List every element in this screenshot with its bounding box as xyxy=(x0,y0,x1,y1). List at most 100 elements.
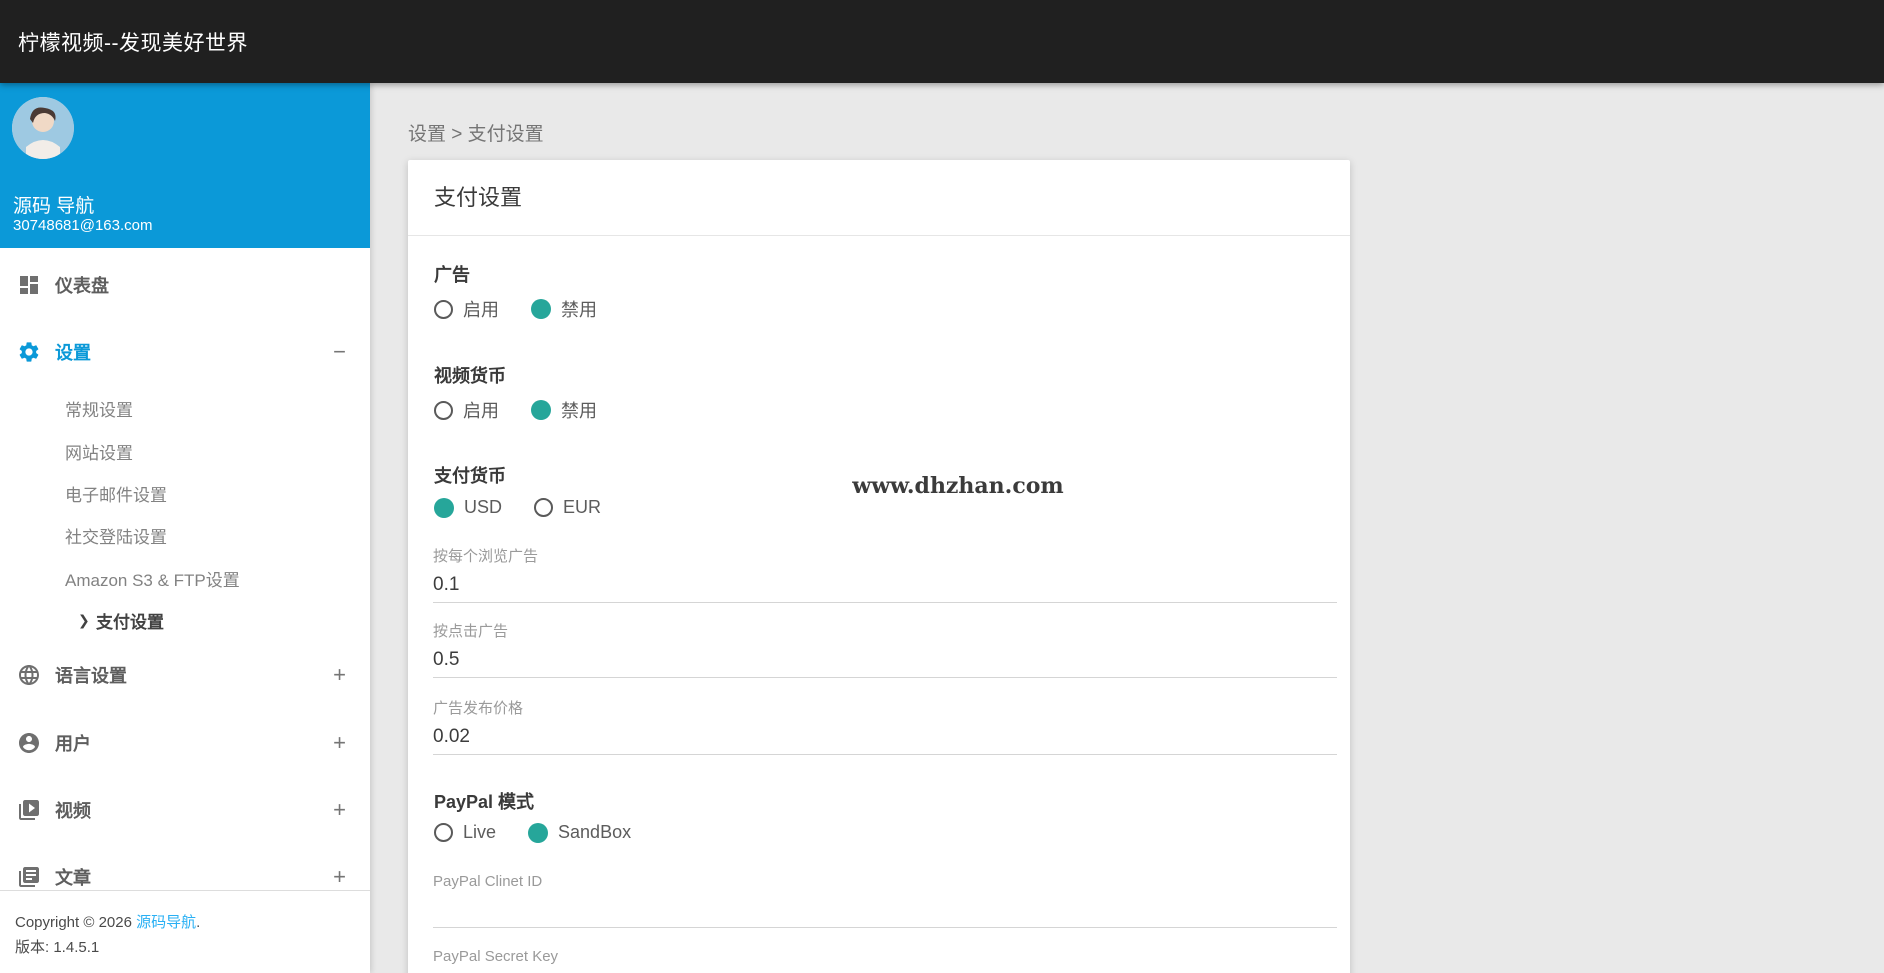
payment-settings-card: 支付设置 广告 启用 禁用 视频货币 启用 禁用 支付货币 USD EUR ww… xyxy=(408,160,1350,973)
per-click-ad-field: 按点击广告 xyxy=(433,622,1337,678)
video-library-icon xyxy=(17,798,41,822)
dashboard-icon xyxy=(17,273,41,297)
sidebar-item-dashboard[interactable]: 仪表盘 xyxy=(0,264,370,306)
video-currency-disable-radio[interactable]: 禁用 xyxy=(531,397,597,423)
subitem-label: Amazon S3 & FTP设置 xyxy=(65,570,240,590)
radio-checked-icon[interactable] xyxy=(531,299,551,319)
radio-label: USD xyxy=(464,497,503,517)
user-name: 源码 导航 xyxy=(13,196,95,217)
sidebar-subitem-general-settings[interactable]: 常规设置 xyxy=(0,387,370,429)
paypal-secret-key-field: PayPal Secret Key xyxy=(433,947,1337,973)
video-currency-enable-radio[interactable]: 启用 xyxy=(434,397,499,423)
sidebar-subitem-payment-settings[interactable]: ❯ 支付设置 xyxy=(0,599,370,641)
ad-disable-radio[interactable]: 禁用 xyxy=(531,296,597,322)
sidebar-item-users[interactable]: 用户 + xyxy=(0,722,370,764)
radio-unchecked-icon[interactable] xyxy=(534,498,554,517)
per-view-ad-input[interactable] xyxy=(433,567,1337,603)
field-label: 按每个浏览广告 xyxy=(433,548,539,565)
expand-icon[interactable]: + xyxy=(333,662,346,688)
subitem-label: 常规设置 xyxy=(65,400,133,420)
sidebar-item-videos[interactable]: 视频 + xyxy=(0,789,370,831)
radio-checked-icon[interactable] xyxy=(528,822,549,843)
sidebar-subitem-social-login-settings[interactable]: 社交登陆设置 xyxy=(0,514,370,556)
paypal-live-radio[interactable]: Live xyxy=(434,822,496,843)
avatar-photo-placeholder xyxy=(12,97,74,159)
paypal-sandbox-radio[interactable]: SandBox xyxy=(528,822,631,843)
sidebar-subitem-email-settings[interactable]: 电子邮件设置 xyxy=(0,472,370,514)
copyright-line: Copyright © 2026 源码导航. xyxy=(15,911,200,932)
copyright-dot: . xyxy=(196,914,201,931)
radio-label: Live xyxy=(463,822,497,842)
sidebar-item-language-settings[interactable]: 语言设置 + xyxy=(0,654,370,696)
expand-icon[interactable]: + xyxy=(333,864,346,890)
ad-section-label: 广告 xyxy=(434,265,470,285)
field-label: 广告发布价格 xyxy=(433,700,524,717)
radio-unchecked-icon[interactable] xyxy=(434,823,453,842)
video-currency-radio-group: 启用 禁用 xyxy=(434,397,597,423)
radio-checked-icon[interactable] xyxy=(531,400,551,420)
radio-label: 启用 xyxy=(463,401,499,421)
sidebar-user-panel: 源码 导航 30748681@163.com xyxy=(0,83,370,248)
per-click-ad-input[interactable] xyxy=(433,642,1337,678)
person-icon xyxy=(17,731,41,755)
card-title: 支付设置 xyxy=(434,185,523,210)
radio-label: 启用 xyxy=(463,300,499,320)
expand-icon[interactable]: + xyxy=(333,797,346,823)
sidebar: 源码 导航 30748681@163.com 仪表盘 设置 − 常规设置 网站设… xyxy=(0,83,370,973)
top-app-bar: 柠檬视频--发现美好世界 xyxy=(0,0,1884,83)
card-header-divider xyxy=(408,235,1350,236)
pay-currency-section-label: 支付货币 xyxy=(434,466,506,486)
currency-eur-radio[interactable]: EUR xyxy=(534,497,601,518)
globe-icon xyxy=(17,663,41,687)
app-title: 柠檬视频--发现美好世界 xyxy=(18,31,248,55)
sidebar-item-label: 用户 xyxy=(55,734,91,754)
currency-usd-radio[interactable]: USD xyxy=(434,497,502,518)
user-email: 30748681@163.com xyxy=(13,217,153,234)
sidebar-item-label: 语言设置 xyxy=(55,666,127,686)
radio-unchecked-icon[interactable] xyxy=(434,299,453,319)
radio-label: 禁用 xyxy=(561,300,597,320)
paypal-client-id-input[interactable] xyxy=(433,892,1337,928)
avatar[interactable] xyxy=(12,97,74,159)
copyright-text: Copyright © 2026 xyxy=(15,914,132,931)
per-view-ad-field: 按每个浏览广告 xyxy=(433,547,1337,603)
subitem-label: 支付设置 xyxy=(96,612,164,632)
sidebar-subitem-amazon-s3-ftp-settings[interactable]: Amazon S3 & FTP设置 xyxy=(0,557,370,599)
paypal-mode-radio-group: Live SandBox xyxy=(434,822,631,843)
sidebar-item-label: 设置 xyxy=(55,343,91,363)
radio-label: EUR xyxy=(563,497,602,517)
sidebar-footer: Copyright © 2026 源码导航. 版本: 1.4.5.1 xyxy=(0,890,370,973)
radio-label: 禁用 xyxy=(561,401,597,421)
watermark-text: www.dhzhan.com xyxy=(852,473,1064,499)
paypal-client-id-field: PayPal Clinet ID xyxy=(433,872,1337,928)
radio-checked-icon[interactable] xyxy=(434,497,454,518)
sidebar-item-label: 文章 xyxy=(55,868,91,888)
pay-currency-radio-group: USD EUR xyxy=(434,497,601,518)
sidebar-item-settings[interactable]: 设置 − xyxy=(0,331,370,373)
paypal-secret-key-input[interactable] xyxy=(433,967,1337,973)
version-line: 版本: 1.4.5.1 xyxy=(15,936,99,957)
radio-unchecked-icon[interactable] xyxy=(434,400,453,420)
ad-publish-price-field: 广告发布价格 xyxy=(433,699,1337,755)
sidebar-item-label: 视频 xyxy=(55,801,91,821)
field-label: PayPal Secret Key xyxy=(433,948,559,965)
ad-enable-radio[interactable]: 启用 xyxy=(434,296,499,322)
sidebar-item-label: 仪表盘 xyxy=(55,276,109,296)
article-icon xyxy=(17,865,41,889)
video-currency-section-label: 视频货币 xyxy=(434,366,506,386)
radio-label: SandBox xyxy=(558,822,632,842)
breadcrumb[interactable]: 设置 > 支付设置 xyxy=(408,119,544,146)
expand-icon[interactable]: + xyxy=(333,730,346,756)
brand-link[interactable]: 源码导航 xyxy=(136,914,196,931)
subitem-label: 网站设置 xyxy=(65,443,133,463)
sidebar-subitem-website-settings[interactable]: 网站设置 xyxy=(0,430,370,472)
version-label: 版本: xyxy=(15,939,50,956)
ad-publish-price-input[interactable] xyxy=(433,719,1337,755)
ad-radio-group: 启用 禁用 xyxy=(434,296,597,322)
paypal-mode-section-label: PayPal 模式 xyxy=(434,792,535,812)
collapse-icon[interactable]: − xyxy=(333,339,346,365)
field-label: PayPal Clinet ID xyxy=(433,873,543,890)
subitem-label: 社交登陆设置 xyxy=(65,527,167,547)
gear-icon xyxy=(17,340,41,364)
subitem-label: 电子邮件设置 xyxy=(65,485,167,505)
